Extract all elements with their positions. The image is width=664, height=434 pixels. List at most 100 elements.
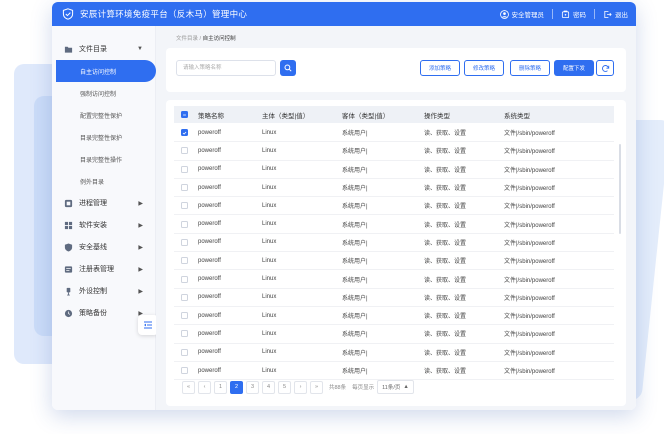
cell-subject: Linux [262, 294, 277, 301]
row-checkbox[interactable] [180, 220, 188, 228]
next-page-button[interactable]: › [294, 380, 307, 394]
search-input[interactable] [176, 60, 276, 76]
page-button-active[interactable]: 2 [230, 380, 243, 394]
cell-policy-name: poweroff [198, 276, 221, 283]
sidebar-subitem-config-integrity[interactable]: 配置完整性保护 [52, 104, 155, 126]
select-all-cell [174, 111, 194, 118]
cell-system-type: 文件|/sbin/poweroff [504, 240, 555, 247]
select-all-checkbox[interactable] [180, 111, 188, 118]
chevron-right-icon: ▶ [138, 266, 143, 273]
last-page-button[interactable]: » [310, 380, 323, 394]
prev-page-button[interactable]: ‹ [198, 380, 211, 394]
cell-system-type: 文件|/sbin/poweroff [504, 295, 555, 302]
lock-icon [561, 10, 570, 18]
cell-policy-name: poweroff [198, 129, 221, 136]
per-page-value: 11条/页 [382, 385, 401, 391]
cell-system-type: 文件|/sbin/poweroff [504, 277, 555, 284]
page-button[interactable]: 1 [214, 380, 227, 394]
refresh-button[interactable] [596, 60, 614, 76]
page-button[interactable]: 5 [278, 380, 291, 394]
delete-policy-button[interactable]: 删除策略 [510, 60, 550, 76]
registry-icon [64, 265, 73, 273]
row-checkbox[interactable] [180, 165, 188, 173]
first-page-button[interactable]: « [182, 380, 195, 394]
sidebar-subitem-mac[interactable]: 强制访问控制 [52, 82, 155, 104]
row-select-cell [174, 184, 194, 192]
cell-system-type: 文件|/sbin/poweroff [504, 369, 555, 376]
chevron-right-icon: ▶ [138, 222, 143, 229]
row-select-cell [174, 312, 194, 320]
table-row[interactable]: poweroff Linux 系统用户| 读、获取、设置 文件|/sbin/powero… [174, 142, 614, 161]
sidebar-item-registry[interactable]: 注册表管理 ▶ [52, 258, 155, 280]
header-subject: 主体（类型|值） [262, 112, 310, 120]
table-row[interactable]: poweroff Linux 系统用户| 读、获取、设置 文件|/sbin/powero… [174, 234, 614, 253]
cell-object: 系统用户| [342, 314, 368, 321]
row-select-cell [174, 129, 194, 137]
table-row[interactable]: poweroff Linux 系统用户| 读、获取、设置 文件|/sbin/powero… [174, 307, 614, 326]
row-select-cell [174, 275, 194, 283]
table-row[interactable]: poweroff Linux 系统用户| 读、获取、设置 文件|/sbin/powero… [174, 270, 614, 289]
row-checkbox[interactable] [180, 129, 188, 137]
shield-logo-icon [62, 8, 74, 20]
row-checkbox[interactable] [180, 147, 188, 155]
logout-icon [604, 10, 612, 18]
sidebar-item-file-directory[interactable]: 文件目录 ▼ [52, 38, 155, 60]
password-label: 密码 [573, 12, 586, 19]
row-checkbox[interactable] [180, 367, 188, 375]
chevron-up-icon: ▲ [403, 384, 409, 390]
collapse-sidebar-button[interactable] [138, 315, 158, 335]
row-checkbox[interactable] [180, 238, 188, 246]
row-checkbox[interactable] [180, 257, 188, 265]
page-button[interactable]: 3 [246, 380, 259, 394]
table-row[interactable]: poweroff Linux 系统用户| 读、获取、设置 文件|/sbin/powero… [174, 344, 614, 362]
cell-object: 系统用户| [342, 222, 368, 229]
sidebar-subitem-dac[interactable]: 自主访问控制 [56, 60, 156, 82]
table-row[interactable]: poweroff Linux 系统用户| 读、获取、设置 文件|/sbin/powero… [174, 161, 614, 179]
row-checkbox[interactable] [180, 312, 188, 320]
add-policy-button[interactable]: 添加策略 [420, 60, 460, 76]
table-row[interactable]: poweroff Linux 系统用户| 读、获取、设置 文件|/sbin/powero… [174, 197, 614, 216]
table-row[interactable]: poweroff Linux 系统用户| 读、获取、设置 文件|/sbin/powero… [174, 289, 614, 307]
sidebar-subitem-exception-dir[interactable]: 例外目录 [52, 170, 155, 192]
sidebar-item-software-install[interactable]: 软件安装 ▶ [52, 214, 155, 236]
row-checkbox[interactable] [180, 330, 188, 338]
cell-subject: Linux [262, 166, 277, 173]
row-checkbox[interactable] [180, 184, 188, 192]
install-icon [64, 221, 73, 229]
table-row[interactable]: poweroff Linux 系统用户| 读、获取、设置 文件|/sbin/powero… [174, 216, 614, 234]
table-row[interactable]: poweroff Linux 系统用户| 读、获取、设置 文件|/sbin/powero… [174, 252, 614, 271]
search-button[interactable] [280, 60, 296, 76]
sidebar-subitem-dir-integrity-op[interactable]: 目录完整性操作 [52, 148, 155, 170]
sidebar-item-security-baseline[interactable]: 安全基线 ▶ [52, 236, 155, 258]
row-checkbox[interactable] [180, 348, 188, 356]
logout-button[interactable]: 退出 [595, 2, 636, 26]
table-scrollbar[interactable] [619, 144, 621, 234]
cell-subject: Linux [262, 276, 277, 283]
per-page-select[interactable]: 11条/页 ▲ [377, 380, 414, 394]
header-policy-name: 策略名称 [198, 112, 224, 120]
row-checkbox[interactable] [180, 202, 188, 210]
page-button[interactable]: 4 [262, 380, 275, 394]
cell-system-type: 文件|/sbin/poweroff [504, 149, 555, 156]
cell-system-type: 文件|/sbin/poweroff [504, 167, 555, 174]
cell-object: 系统用户| [342, 259, 368, 266]
table-row[interactable]: poweroff Linux 系统用户| 读、获取、设置 文件|/sbin/powero… [174, 179, 614, 198]
sidebar-item-device-control[interactable]: 外设控制 ▶ [52, 280, 155, 302]
sidebar-item-process[interactable]: 进程管理 ▶ [52, 192, 155, 214]
row-checkbox[interactable] [180, 293, 188, 301]
sidebar-subitem-dir-integrity[interactable]: 目录完整性保护 [52, 126, 155, 148]
cell-policy-name: poweroff [198, 147, 221, 154]
row-checkbox[interactable] [180, 275, 188, 283]
edit-policy-button[interactable]: 修改策略 [464, 60, 504, 76]
table-row[interactable]: poweroff Linux 系统用户| 读、获取、设置 文件|/sbin/powero… [174, 362, 614, 381]
push-config-button[interactable]: 配置下发 [554, 60, 594, 76]
breadcrumb-parent[interactable]: 文件目录 [176, 36, 198, 42]
refresh-icon [601, 64, 609, 72]
table-row[interactable]: poweroff Linux 系统用户| 读、获取、设置 文件|/sbin/powero… [174, 124, 614, 143]
password-button[interactable]: 密码 [553, 2, 594, 26]
cell-operation: 读、获取、设置 [424, 314, 467, 321]
user-icon [499, 9, 509, 19]
user-menu[interactable]: 安全管理员 [492, 2, 553, 26]
breadcrumb: 文件目录 / 自主访问控制 [176, 34, 236, 42]
table-row[interactable]: poweroff Linux 系统用户| 读、获取、设置 文件|/sbin/powero… [174, 325, 614, 344]
